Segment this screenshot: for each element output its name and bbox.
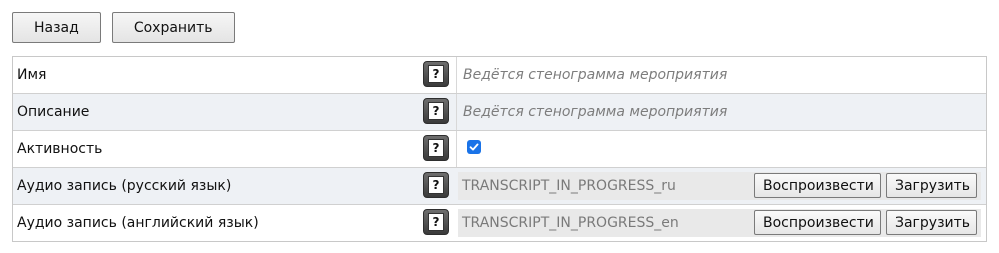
active-checkbox[interactable] [467, 140, 481, 154]
question-mark-icon: ? [428, 139, 444, 157]
back-button[interactable]: Назад [12, 12, 101, 43]
name-field[interactable]: Ведётся стенограмма мероприятия [463, 57, 727, 93]
audio-ru-label: Аудио запись (русский язык) [17, 178, 232, 194]
help-button[interactable]: ? [423, 61, 449, 87]
checkmark-icon [469, 143, 479, 151]
row-audio-ru: Аудио запись (русский язык) ? TRANSCRIPT… [13, 168, 986, 205]
save-button[interactable]: Сохранить [111, 12, 235, 43]
name-label: Имя [17, 67, 47, 83]
question-mark-icon: ? [428, 213, 444, 231]
description-field[interactable]: Ведётся стенограмма мероприятия [463, 94, 727, 130]
upload-ru-button[interactable]: Загрузить [886, 173, 977, 198]
description-label: Описание [17, 104, 90, 120]
divider [456, 57, 457, 93]
divider [456, 94, 457, 130]
play-en-button[interactable]: Воспроизвести [754, 210, 881, 235]
help-button[interactable]: ? [423, 209, 449, 235]
help-button[interactable]: ? [423, 135, 449, 161]
row-description: Описание ? Ведётся стенограмма мероприят… [13, 94, 986, 131]
toolbar: Назад Сохранить [12, 12, 235, 43]
active-label: Активность [17, 141, 103, 157]
divider [456, 131, 457, 167]
audio-ru-value: TRANSCRIPT_IN_PROGRESS_ru [462, 178, 676, 194]
audio-en-value: TRANSCRIPT_IN_PROGRESS_en [462, 215, 679, 231]
help-button[interactable]: ? [423, 98, 449, 124]
row-name: Имя ? Ведётся стенограмма мероприятия [13, 57, 986, 94]
properties-form: Имя ? Ведётся стенограмма мероприятия Оп… [12, 56, 987, 242]
question-mark-icon: ? [428, 65, 444, 83]
row-audio-en: Аудио запись (английский язык) ? TRANSCR… [13, 205, 986, 241]
question-mark-icon: ? [428, 102, 444, 120]
question-mark-icon: ? [428, 176, 444, 194]
upload-en-button[interactable]: Загрузить [886, 210, 977, 235]
row-active: Активность ? [13, 131, 986, 168]
play-ru-button[interactable]: Воспроизвести [754, 173, 881, 198]
help-button[interactable]: ? [423, 172, 449, 198]
audio-en-label: Аудио запись (английский язык) [17, 215, 259, 231]
